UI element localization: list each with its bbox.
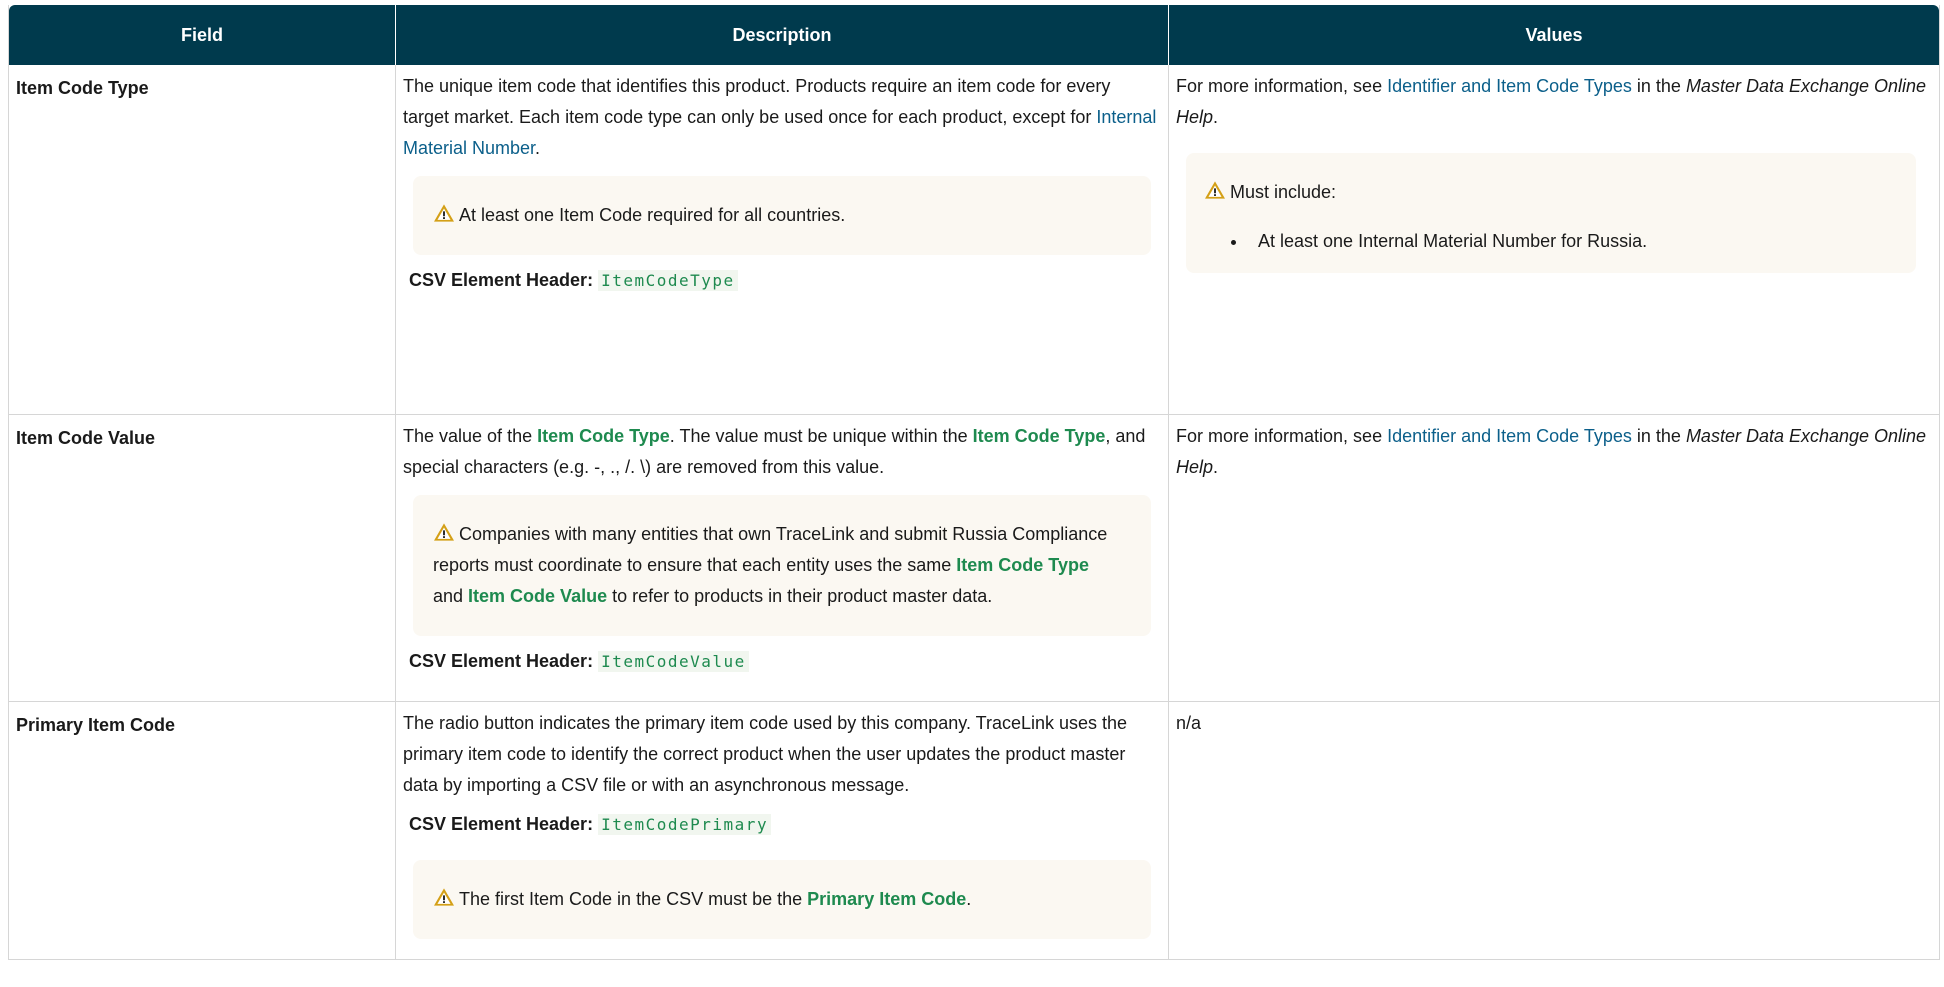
more-info-part: For more information, see (1176, 76, 1388, 96)
warning-icon (434, 204, 454, 222)
more-info-part: For more information, see (1176, 426, 1388, 446)
item-code-value-link[interactable]: Item Code Value (468, 586, 607, 606)
table-row: Primary Item Code The radio button indic… (9, 702, 1939, 960)
description-cell: The unique item code that identifies thi… (396, 65, 1169, 415)
warning-text: At least one Item Code required for all … (459, 205, 846, 225)
warning-note: Companies with many entities that own Tr… (413, 495, 1151, 636)
table-row: Item Code Value The value of the Item Co… (9, 415, 1939, 702)
description-cell: The radio button indicates the primary i… (396, 702, 1169, 960)
table-header-row: Field Description Values (9, 5, 1939, 65)
primary-item-code-link[interactable]: Primary Item Code (807, 889, 966, 909)
warning-text: to refer to products in their product ma… (607, 586, 993, 606)
warning-note: At least one Item Code required for all … (413, 176, 1151, 255)
warning-note: The first Item Code in the CSV must be t… (413, 860, 1151, 939)
more-info-part: in the (1631, 76, 1686, 96)
csv-code: ItemCodeValue (598, 651, 749, 672)
values-warning-note: Must include: At least one Internal Mate… (1186, 153, 1916, 273)
content-wrapper: Field Description Values Item Code Type … (8, 5, 1940, 960)
csv-label: CSV Element Header: (409, 651, 594, 671)
more-info-part: . (1213, 107, 1219, 127)
description-text: The radio button indicates the primary i… (403, 713, 1128, 795)
description-part: . (535, 138, 541, 158)
field-name: Item Code Type (9, 65, 396, 415)
identifier-types-link[interactable]: Identifier and Item Code Types (1387, 76, 1632, 96)
csv-header: CSV Element Header: ItemCodePrimary (409, 809, 1161, 840)
field-name: Item Code Value (9, 415, 396, 702)
header-field: Field (9, 5, 396, 65)
requirements-list: At least one Internal Material Number fo… (1204, 226, 1896, 257)
warning-icon (1205, 181, 1225, 199)
identifier-types-link[interactable]: Identifier and Item Code Types (1387, 426, 1632, 446)
item-code-type-link[interactable]: Item Code Type (973, 426, 1106, 446)
description-part: . The value must be unique within the (669, 426, 973, 446)
csv-header: CSV Element Header: ItemCodeType (409, 265, 1161, 296)
more-info-part: in the (1631, 426, 1686, 446)
warning-text: . (966, 889, 972, 909)
item-code-type-link[interactable]: Item Code Type (956, 555, 1089, 575)
warning-title: Must include: (1230, 182, 1337, 202)
values-cell: For more information, see Identifier and… (1169, 415, 1939, 702)
values-cell: n/a (1169, 702, 1939, 960)
description-text: The value of the Item Code Type. The val… (403, 421, 1161, 483)
description-part: The unique item code that identifies thi… (403, 76, 1111, 127)
csv-code: ItemCodeType (598, 270, 738, 291)
description-cell: The value of the Item Code Type. The val… (396, 415, 1169, 702)
csv-header: CSV Element Header: ItemCodeValue (409, 646, 1161, 677)
field-table: Field Description Values Item Code Type … (8, 5, 1940, 960)
warning-icon (434, 888, 454, 906)
more-info-text: For more information, see Identifier and… (1176, 71, 1932, 133)
more-info-part: . (1213, 457, 1219, 477)
field-name: Primary Item Code (9, 702, 396, 960)
csv-label: CSV Element Header: (409, 270, 594, 290)
csv-label: CSV Element Header: (409, 814, 594, 834)
description-text: The unique item code that identifies thi… (403, 71, 1161, 164)
header-values: Values (1169, 5, 1939, 65)
item-code-type-link[interactable]: Item Code Type (537, 426, 670, 446)
header-description: Description (396, 5, 1169, 65)
csv-code: ItemCodePrimary (598, 814, 772, 835)
more-info-text: For more information, see Identifier and… (1176, 421, 1932, 483)
table-row: Item Code Type The unique item code that… (9, 65, 1939, 415)
warning-text: and (433, 586, 469, 606)
description-part: The value of the (403, 426, 538, 446)
warning-icon (434, 523, 454, 541)
list-item: At least one Internal Material Number fo… (1248, 226, 1896, 257)
values-cell: For more information, see Identifier and… (1169, 65, 1939, 415)
warning-text: The first Item Code in the CSV must be t… (459, 889, 808, 909)
